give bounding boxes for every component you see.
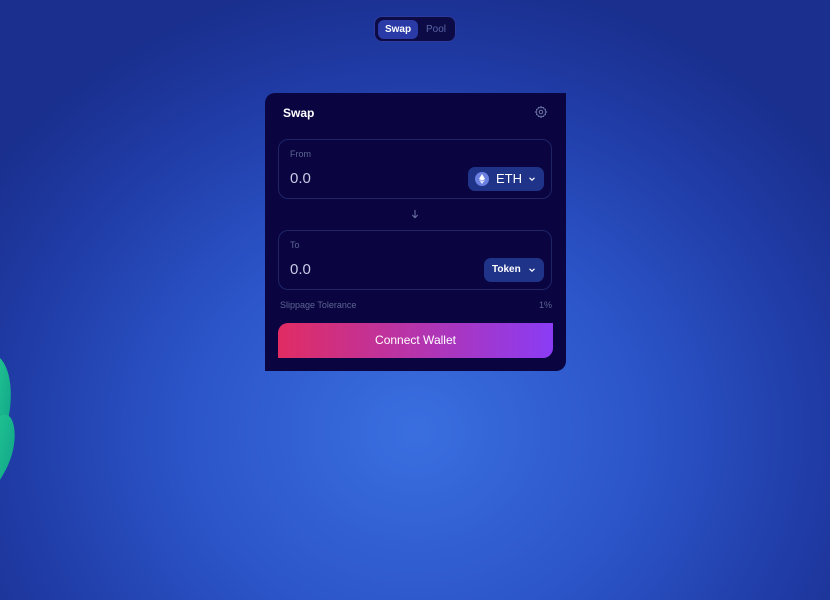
to-label: To <box>290 240 300 250</box>
tab-pool[interactable]: Pool <box>420 20 452 39</box>
connect-wallet-button[interactable]: Connect Wallet <box>278 323 553 358</box>
to-panel: To Token <box>278 230 552 290</box>
from-label: From <box>290 149 311 159</box>
swap-card: Swap From ETH To Token <box>265 93 566 371</box>
decorative-leaf <box>0 358 15 480</box>
from-panel: From ETH <box>278 139 552 199</box>
swap-pool-toggle: Swap Pool <box>374 16 456 42</box>
to-amount-input[interactable] <box>290 261 440 278</box>
slippage-label: Slippage Tolerance <box>280 300 357 310</box>
ethereum-icon <box>475 172 489 186</box>
chevron-down-icon <box>529 177 535 182</box>
slippage-value: 1% <box>539 300 553 310</box>
card-title: Swap <box>283 106 315 120</box>
tab-swap[interactable]: Swap <box>378 20 418 39</box>
chevron-down-icon <box>529 268 535 273</box>
to-token-select[interactable]: Token <box>484 258 544 282</box>
gear-icon[interactable] <box>534 105 548 119</box>
from-token-select[interactable]: ETH <box>468 167 544 191</box>
arrow-down-icon[interactable] <box>410 209 420 219</box>
from-amount-input[interactable] <box>290 170 440 187</box>
from-token-symbol: ETH <box>496 171 522 186</box>
to-token-label: Token <box>492 264 521 275</box>
